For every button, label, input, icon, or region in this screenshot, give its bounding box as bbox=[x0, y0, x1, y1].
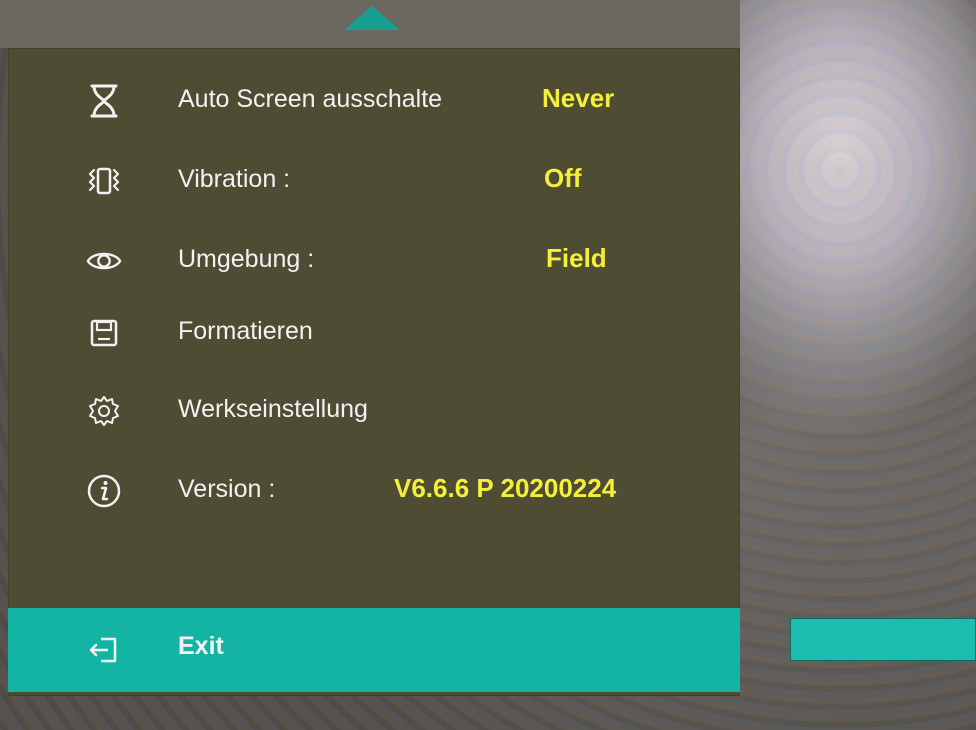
menu-item-vibration[interactable]: Vibration : Off bbox=[8, 152, 740, 208]
menu-item-environment[interactable]: Umgebung : Field bbox=[8, 232, 740, 288]
eye-icon bbox=[86, 243, 122, 279]
menu-item-label: Umgebung : bbox=[178, 245, 315, 273]
selection-indicator bbox=[790, 618, 976, 661]
auto-screen-value: Never bbox=[542, 83, 615, 113]
menu-item-label: Version : bbox=[178, 475, 276, 503]
menu-item-label: Vibration : bbox=[178, 165, 291, 193]
menu-item-factory-reset[interactable]: Werkseinstellung bbox=[8, 382, 740, 438]
menu-item-version: Version : V6.6.6 P 20200224 bbox=[8, 462, 740, 518]
settings-menu-panel: Auto Screen ausschalte Never Vibration :… bbox=[8, 48, 740, 696]
info-icon bbox=[86, 473, 122, 509]
scroll-up-arrow-icon[interactable] bbox=[344, 6, 400, 30]
environment-value: Field bbox=[546, 243, 607, 273]
exit-icon bbox=[86, 632, 122, 668]
save-icon bbox=[86, 315, 122, 351]
menu-item-label: Auto Screen ausschalte bbox=[178, 85, 443, 113]
exit-button[interactable]: Exit bbox=[8, 608, 740, 692]
menu-item-label: Werkseinstellung bbox=[178, 395, 368, 423]
menu-item-label: Formatieren bbox=[178, 317, 313, 345]
hourglass-icon bbox=[86, 83, 122, 119]
exit-label: Exit bbox=[178, 632, 224, 660]
menu-item-format[interactable]: Formatieren bbox=[8, 304, 740, 360]
gear-icon bbox=[86, 393, 122, 429]
vibration-value: Off bbox=[544, 163, 582, 193]
menu-item-auto-screen-off[interactable]: Auto Screen ausschalte Never bbox=[8, 72, 740, 128]
version-value: V6.6.6 P 20200224 bbox=[394, 473, 617, 503]
vibration-icon bbox=[86, 163, 122, 199]
